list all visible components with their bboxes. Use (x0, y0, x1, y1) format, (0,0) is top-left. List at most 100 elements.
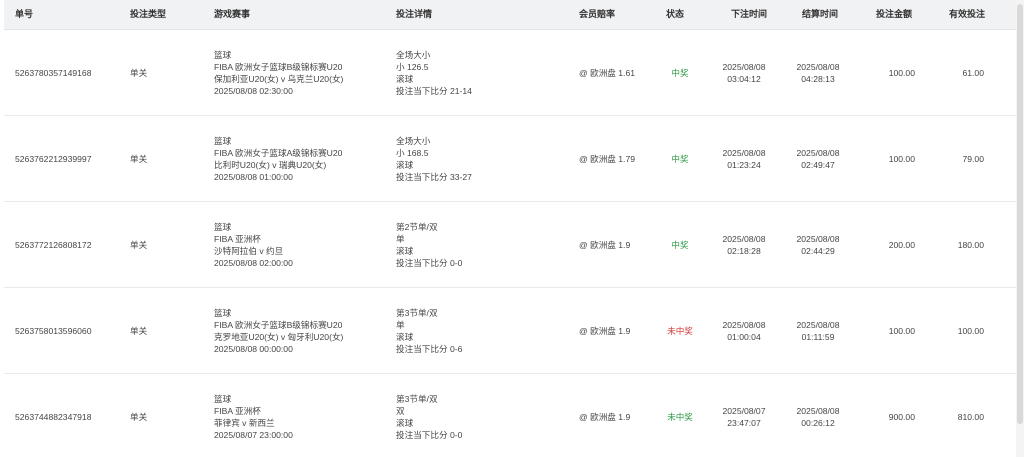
detail-line: 滚球 (396, 417, 414, 428)
detail-line: 小 126.5 (396, 61, 429, 72)
status-badge: 未中奖 (667, 325, 693, 336)
detail-line: 投注当下比分 0-6 (396, 343, 463, 354)
odds-cell: @ 欧洲盘 1.9 (579, 374, 659, 457)
bet-id: 5263762212939997 (15, 153, 92, 164)
detail-line: 第2节单/双 (396, 221, 438, 232)
event-line: 2025/08/08 00:00:00 (214, 343, 293, 354)
bet-time-cell: 2025/08/07 23:47:07 (709, 374, 779, 457)
col-header-id[interactable]: 单号 (15, 0, 33, 29)
bet-time: 23:47:07 (727, 417, 761, 428)
bet-time: 01:23:24 (727, 159, 761, 170)
valid-amount: 180.00 (957, 239, 984, 250)
bet-type-cell: 单关 (130, 30, 190, 115)
bet-date: 2025/08/08 (722, 233, 766, 244)
table-row[interactable]: 5263744882347918 单关 篮球 FIBA 亚洲杯 菲律宾 v 新西兰 202… (4, 374, 1016, 457)
bet-date: 2025/08/08 (722, 319, 766, 330)
col-header-status[interactable]: 状态 (666, 0, 684, 29)
amount-cell: 100.00 (844, 116, 915, 201)
event-line: 克罗地亚U20(女) v 匈牙利U20(女) (214, 331, 344, 342)
event-line: 沙特阿拉伯 v 约旦 (214, 245, 284, 256)
event-line: 篮球 (214, 135, 232, 146)
bet-type: 单关 (130, 411, 148, 422)
settle-time: 02:44:29 (801, 245, 835, 256)
bet-time: 02:18:28 (727, 245, 761, 256)
settle-date: 2025/08/08 (796, 405, 840, 416)
bet-date: 2025/08/08 (722, 61, 766, 72)
bet-date: 2025/08/08 (722, 147, 766, 158)
detail-cell: 第2节单/双单滚球 投注当下比分 0-0 (396, 202, 566, 287)
event-line: 比利时U20(女) v 瑞典U20(女) (214, 159, 327, 170)
bet-id-cell: 5263758013596060 (15, 288, 125, 373)
event-line: FIBA 亚洲杯 (214, 233, 261, 244)
status-badge: 未中奖 (667, 411, 693, 422)
event-line: FIBA 欧洲女子篮球B级锦标赛U20 (214, 319, 343, 330)
scrollbar-track[interactable] (1016, 0, 1024, 457)
settle-time: 04:28:13 (801, 73, 835, 84)
bet-records-table: 单号 投注类型 游戏赛事 投注详情 会员赔率 状态 下注时间 结算时间 投注金额… (4, 0, 1016, 457)
valid-amount: 79.00 (962, 153, 984, 164)
col-header-valid[interactable]: 有效投注 (949, 0, 985, 29)
table-row[interactable]: 5263758013596060 单关 篮球 FIBA 欧洲女子篮球B级锦标赛U20 克… (4, 288, 1016, 374)
settle-date: 2025/08/08 (796, 233, 840, 244)
event-line: 保加利亚U20(女) v 乌克兰U20(女) (214, 73, 344, 84)
bet-amount: 100.00 (888, 325, 915, 336)
valid-amount: 100.00 (957, 325, 984, 336)
status-cell: 中奖 (650, 116, 710, 201)
event-line: 篮球 (214, 221, 232, 232)
settle-date: 2025/08/08 (796, 61, 840, 72)
valid-cell: 79.00 (914, 116, 984, 201)
valid-amount: 61.00 (962, 67, 984, 78)
event-line: FIBA 欧洲女子篮球B级锦标赛U20 (214, 61, 343, 72)
bet-time: 03:04:12 (727, 73, 761, 84)
col-header-amount[interactable]: 投注金额 (876, 0, 912, 29)
col-header-bet-time[interactable]: 下注时间 (731, 0, 767, 29)
event-line: 2025/08/08 01:00:00 (214, 171, 293, 182)
bet-amount: 200.00 (888, 239, 915, 250)
event-line: FIBA 亚洲杯 (214, 405, 261, 416)
status-badge: 中奖 (671, 67, 689, 78)
scrollbar-thumb[interactable] (1017, 4, 1023, 424)
status-badge: 中奖 (671, 239, 689, 250)
table-header: 单号 投注类型 游戏赛事 投注详情 会员赔率 状态 下注时间 结算时间 投注金额… (4, 0, 1016, 30)
col-header-detail[interactable]: 投注详情 (396, 0, 432, 29)
bet-type-cell: 单关 (130, 288, 190, 373)
detail-cell: 第3节单/双双滚球 投注当下比分 0-0 (396, 374, 566, 457)
detail-line: 投注当下比分 21-14 (396, 85, 472, 96)
event-line: FIBA 欧洲女子篮球A级锦标赛U20 (214, 147, 343, 158)
bet-type-cell: 单关 (130, 116, 190, 201)
settle-date: 2025/08/08 (796, 147, 840, 158)
status-cell: 中奖 (650, 202, 710, 287)
col-header-odds[interactable]: 会员赔率 (579, 0, 615, 29)
odds-cell: @ 欧洲盘 1.9 (579, 202, 659, 287)
event-cell: 篮球 FIBA 欧洲女子篮球B级锦标赛U20 克罗地亚U20(女) v 匈牙利U20… (214, 288, 389, 373)
odds: @ 欧洲盘 1.79 (579, 153, 636, 164)
col-header-settle-time[interactable]: 结算时间 (802, 0, 838, 29)
table-row[interactable]: 5263780357149168 单关 篮球 FIBA 欧洲女子篮球B级锦标赛U20 保… (4, 30, 1016, 116)
detail-line: 第3节单/双 (396, 393, 438, 404)
table-row[interactable]: 5263762212939997 单关 篮球 FIBA 欧洲女子篮球A级锦标赛U20 比… (4, 116, 1016, 202)
bet-amount: 100.00 (888, 153, 915, 164)
valid-cell: 61.00 (914, 30, 984, 115)
bet-type-cell: 单关 (130, 374, 190, 457)
detail-line: 双 (396, 405, 405, 416)
bet-time-cell: 2025/08/08 02:18:28 (709, 202, 779, 287)
col-header-event[interactable]: 游戏赛事 (214, 0, 250, 29)
bet-time: 01:00:04 (727, 331, 761, 342)
bet-type-cell: 单关 (130, 202, 190, 287)
event-line: 篮球 (214, 49, 232, 60)
event-line: 2025/08/08 02:30:00 (214, 85, 293, 96)
event-cell: 篮球 FIBA 亚洲杯 菲律宾 v 新西兰 2025/08/07 23:00:00 (214, 374, 389, 457)
detail-line: 全场大小 (396, 135, 431, 146)
event-line: 菲律宾 v 新西兰 (214, 417, 275, 428)
event-line: 篮球 (214, 307, 232, 318)
event-cell: 篮球 FIBA 欧洲女子篮球B级锦标赛U20 保加利亚U20(女) v 乌克兰U20… (214, 30, 389, 115)
detail-line: 投注当下比分 0-0 (396, 429, 463, 440)
table-row[interactable]: 5263772126808172 单关 篮球 FIBA 亚洲杯 沙特阿拉伯 v 约旦 20… (4, 202, 1016, 288)
detail-line: 投注当下比分 33-27 (396, 171, 472, 182)
bet-time-cell: 2025/08/08 03:04:12 (709, 30, 779, 115)
event-line: 2025/08/08 02:00:00 (214, 257, 293, 268)
bet-amount: 100.00 (888, 67, 915, 78)
table-body: 5263780357149168 单关 篮球 FIBA 欧洲女子篮球B级锦标赛U20 保… (4, 30, 1016, 457)
amount-cell: 100.00 (844, 288, 915, 373)
col-header-type[interactable]: 投注类型 (130, 0, 166, 29)
